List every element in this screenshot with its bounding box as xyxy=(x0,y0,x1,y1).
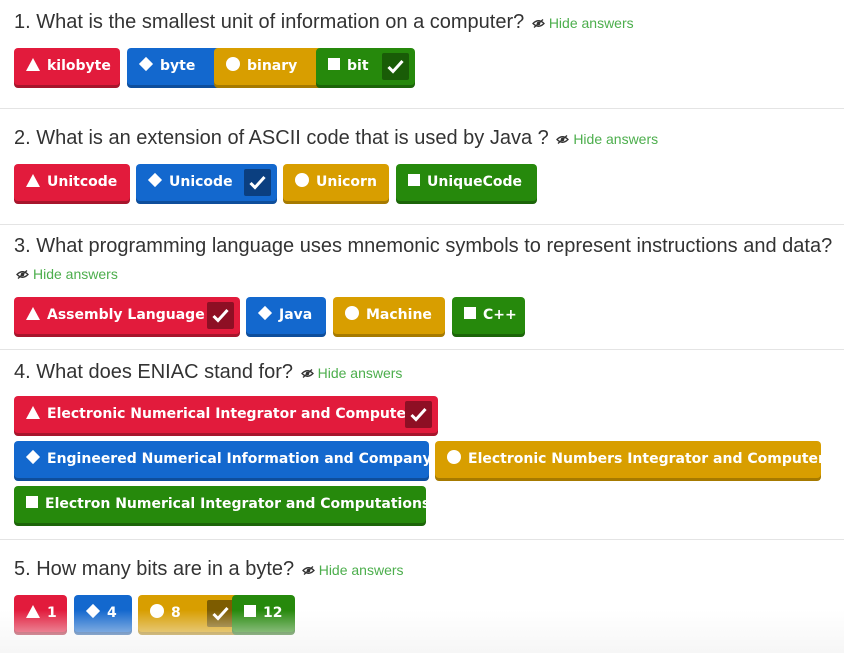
answer-button[interactable]: 1 xyxy=(14,595,67,632)
answer-label: 4 xyxy=(107,605,117,621)
answer-label: Assembly Language xyxy=(47,307,205,323)
answer-button[interactable]: byte xyxy=(127,48,221,85)
square-icon xyxy=(328,58,340,70)
circle-icon xyxy=(345,306,359,320)
hide-answers-link[interactable]: Hide answers xyxy=(299,365,403,381)
answer-label: binary xyxy=(247,58,298,74)
correct-check-icon xyxy=(382,53,409,80)
answer-button[interactable]: binary xyxy=(214,48,323,85)
question-text: 3. What programming language uses mnemon… xyxy=(14,235,833,257)
answer-label: 1 xyxy=(47,605,57,621)
circle-icon xyxy=(226,57,240,71)
answer-label: kilobyte xyxy=(47,58,111,74)
answer-label: Unicode xyxy=(169,174,233,190)
question-text: 4. What does ENIAC stand for? xyxy=(14,361,294,383)
diamond-icon xyxy=(85,603,101,619)
question-1: 1. What is the smallest unit of informat… xyxy=(0,0,844,108)
correct-check-icon xyxy=(207,302,234,329)
answer-button[interactable]: Machine xyxy=(333,297,445,334)
question-3: 3. What programming language uses mnemon… xyxy=(0,225,844,349)
eye-slash-icon xyxy=(531,18,545,28)
diamond-icon xyxy=(138,56,154,72)
answer-label: Unicorn xyxy=(316,174,377,190)
question-title: 1. What is the smallest unit of informat… xyxy=(14,9,834,36)
hide-answers-link[interactable]: Hide answers xyxy=(554,131,658,147)
hide-answers-label: Hide answers xyxy=(318,562,404,578)
correct-check-icon xyxy=(244,169,271,196)
answer-button[interactable]: kilobyte xyxy=(14,48,120,85)
diamond-icon xyxy=(25,449,41,465)
hide-answers-label: Hide answers xyxy=(317,365,403,381)
eye-slash-icon xyxy=(16,269,29,279)
answer-button[interactable]: UniqueCode xyxy=(396,164,537,201)
square-icon xyxy=(244,605,256,617)
hide-answers-link[interactable]: Hide answers xyxy=(530,15,634,31)
question-title: 4. What does ENIAC stand for? Hide answe… xyxy=(14,359,834,386)
answer-label: bit xyxy=(347,58,369,74)
circle-icon xyxy=(295,173,309,187)
answer-button[interactable]: Assembly Language xyxy=(14,297,240,334)
answer-button[interactable]: Engineered Numerical Information and Com… xyxy=(14,441,432,478)
answer-button[interactable]: 4 xyxy=(74,595,132,632)
circle-icon xyxy=(447,450,461,464)
question-title: 3. What programming language uses mnemon… xyxy=(14,233,834,287)
answer-button[interactable]: Electron Numerical Integrator and Comput… xyxy=(14,486,430,523)
answer-button[interactable]: Unicode xyxy=(136,164,277,201)
answer-button[interactable]: Java xyxy=(246,297,326,334)
diamond-icon xyxy=(257,305,273,321)
answer-button[interactable]: Unicorn xyxy=(283,164,389,201)
triangle-icon xyxy=(26,306,40,320)
question-4: 4. What does ENIAC stand for? Hide answe… xyxy=(0,350,844,539)
eye-slash-icon xyxy=(300,368,314,378)
circle-icon xyxy=(150,604,164,618)
triangle-icon xyxy=(26,57,40,71)
question-text: 5. How many bits are in a byte? xyxy=(14,558,295,580)
diamond-icon xyxy=(147,172,163,188)
question-title: 2. What is an extension of ASCII code th… xyxy=(14,125,834,152)
answer-button[interactable]: Unitcode xyxy=(14,164,130,201)
correct-check-icon xyxy=(207,600,234,627)
answer-label: C++ xyxy=(483,307,517,323)
answer-button[interactable]: 8 xyxy=(138,595,240,632)
hide-answers-label: Hide answers xyxy=(548,15,634,31)
correct-check-icon xyxy=(405,401,432,428)
square-icon xyxy=(408,174,420,186)
square-icon xyxy=(464,307,476,319)
answer-label: Electronic Numerical Integrator and Comp… xyxy=(47,406,413,422)
question-5: 5. How many bits are in a byte? Hide ans… xyxy=(0,540,844,653)
triangle-icon xyxy=(26,604,40,618)
answer-label: Electronic Numbers Integrator and Comput… xyxy=(468,451,825,467)
answer-button[interactable]: Electronic Numerical Integrator and Comp… xyxy=(14,396,438,433)
hide-answers-label: Hide answers xyxy=(573,131,659,147)
question-text: 2. What is an extension of ASCII code th… xyxy=(14,127,549,149)
eye-slash-icon xyxy=(301,565,315,575)
answer-button[interactable]: 12 xyxy=(232,595,295,632)
triangle-icon xyxy=(26,405,40,419)
answer-button[interactable]: Electronic Numbers Integrator and Comput… xyxy=(435,441,825,478)
answer-label: UniqueCode xyxy=(427,174,523,190)
answer-label: 12 xyxy=(263,605,283,621)
answer-label: Unitcode xyxy=(47,174,118,190)
hide-answers-link[interactable]: Hide answers xyxy=(300,562,404,578)
hide-answers-label: Hide answers xyxy=(33,266,118,282)
eye-slash-icon xyxy=(556,134,570,144)
answer-label: Java xyxy=(279,307,313,323)
triangle-icon xyxy=(26,173,40,187)
hide-answers-link[interactable]: Hide answers xyxy=(14,266,118,282)
answer-label: Electron Numerical Integrator and Comput… xyxy=(45,496,431,512)
answer-button[interactable]: bit xyxy=(316,48,415,85)
question-text: 1. What is the smallest unit of informat… xyxy=(14,11,525,33)
answer-label: Machine xyxy=(366,307,432,323)
answer-label: Engineered Numerical Information and Com… xyxy=(47,451,432,467)
answer-button[interactable]: C++ xyxy=(452,297,525,334)
answer-label: 8 xyxy=(171,605,181,621)
question-title: 5. How many bits are in a byte? Hide ans… xyxy=(14,556,834,583)
answer-label: byte xyxy=(160,58,196,74)
question-2: 2. What is an extension of ASCII code th… xyxy=(0,109,844,224)
square-icon xyxy=(26,496,38,508)
